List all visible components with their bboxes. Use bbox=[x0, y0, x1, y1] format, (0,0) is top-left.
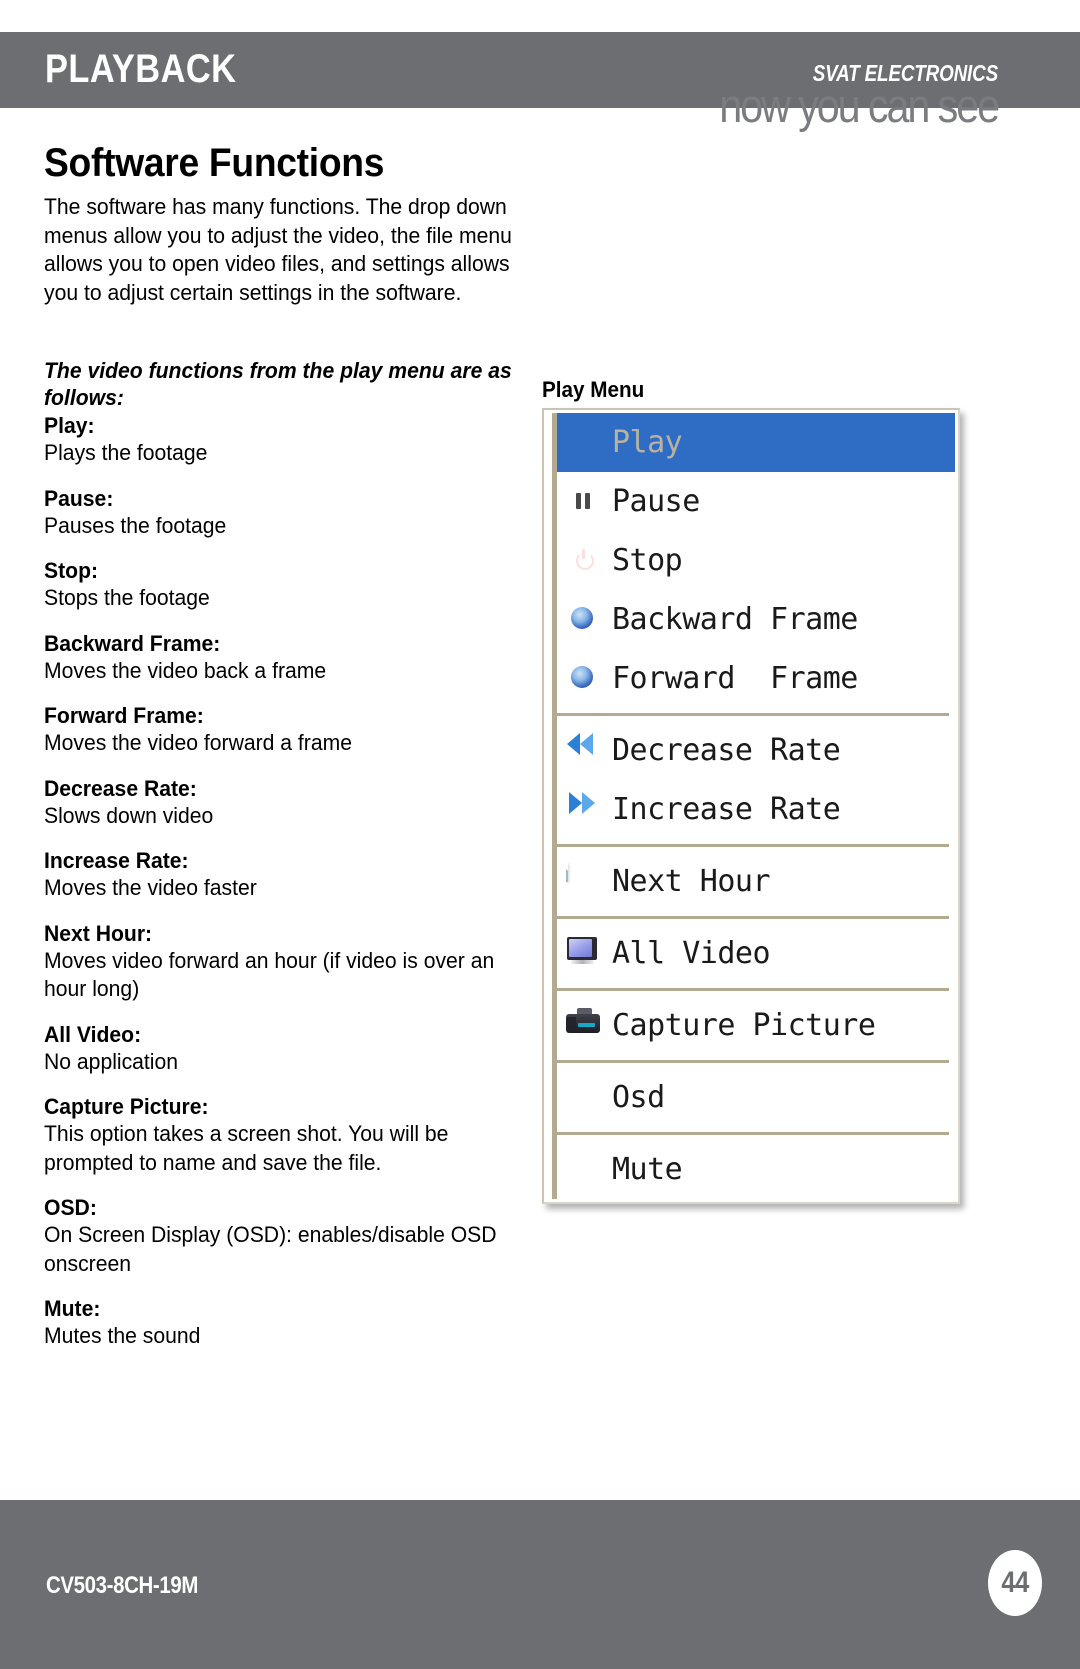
text-column: Software Functions The software has many… bbox=[44, 140, 514, 1351]
term-name: Stop: bbox=[44, 558, 99, 583]
camera-icon bbox=[566, 1007, 602, 1044]
term-name: Next Hour: bbox=[44, 920, 153, 946]
section-lead: The video functions from the play menu a… bbox=[44, 358, 512, 410]
term-name: OSD: bbox=[44, 1195, 97, 1220]
menu-item-backward-frame[interactable]: Backward Frame bbox=[557, 590, 955, 649]
play-menu-panel-wrapper: Play Pause Stop Backward Frame Forward F… bbox=[542, 408, 960, 1204]
play-menu-figure: Play Menu Play Pause Stop Backward Frame… bbox=[542, 378, 972, 1204]
list-item: Stop: Stops the footage bbox=[44, 557, 514, 613]
backward-frame-icon bbox=[566, 602, 602, 638]
page-number-badge: 44 bbox=[988, 1550, 1042, 1616]
term-name: Play: bbox=[44, 413, 95, 438]
list-item: Next Hour: Moves video forward an hour (… bbox=[44, 920, 514, 1004]
menu-item-label: Mute bbox=[612, 1151, 683, 1187]
term-name: Capture Picture: bbox=[44, 1094, 209, 1119]
menu-item-label: Capture Picture bbox=[612, 1007, 876, 1043]
play-icon-placeholder bbox=[566, 425, 602, 461]
list-item: Backward Frame: Moves the video back a f… bbox=[44, 630, 514, 686]
term-description: Moves the video back a frame bbox=[44, 657, 327, 683]
page-content: Software Functions The software has many… bbox=[0, 108, 1080, 1440]
menu-item-label: Stop bbox=[612, 542, 683, 578]
menu-item-label: Next Hour bbox=[612, 863, 771, 899]
term-name: Pause: bbox=[44, 485, 114, 511]
menu-item-label: Increase Rate bbox=[612, 791, 841, 827]
menu-item-label: Forward Frame bbox=[612, 660, 858, 696]
figure-caption: Play Menu bbox=[542, 377, 645, 402]
term-name: Backward Frame: bbox=[44, 630, 221, 656]
term-description: Moves video forward an hour (if video is… bbox=[44, 947, 495, 1002]
menu-separator bbox=[557, 916, 949, 919]
play-menu-item-list: Play Pause Stop Backward Frame Forward F… bbox=[557, 413, 955, 1199]
stop-icon bbox=[566, 543, 602, 579]
page-title: Software Functions bbox=[44, 141, 385, 185]
menu-item-forward-frame[interactable]: Forward Frame bbox=[557, 649, 955, 708]
footer-bar: CV503-8CH-19M 44 bbox=[0, 1500, 1080, 1669]
term-description: Stops the footage bbox=[44, 585, 210, 610]
list-item: OSD: On Screen Display (OSD): enables/di… bbox=[44, 1194, 514, 1278]
term-description: Moves the video forward a frame bbox=[44, 730, 352, 755]
menu-item-all-video[interactable]: All Video bbox=[557, 924, 955, 983]
term-name: Mute: bbox=[44, 1296, 101, 1321]
term-name: Decrease Rate: bbox=[44, 775, 197, 801]
term-description: Moves the video faster bbox=[44, 875, 257, 900]
menu-separator bbox=[557, 844, 949, 847]
page-section-title: PLAYBACK bbox=[45, 47, 237, 91]
model-code: CV503-8CH-19M bbox=[46, 1572, 199, 1599]
term-description: This option takes a screen shot. You wil… bbox=[44, 1121, 449, 1175]
menu-separator bbox=[557, 1060, 949, 1063]
pause-icon bbox=[566, 484, 602, 520]
mute-icon bbox=[566, 1152, 602, 1188]
list-item: Mute: Mutes the sound bbox=[44, 1295, 514, 1351]
list-item: Decrease Rate: Slows down video bbox=[44, 775, 514, 831]
term-description: Pauses the footage bbox=[44, 512, 227, 538]
menu-item-label: Pause bbox=[612, 483, 700, 519]
menu-separator bbox=[557, 1132, 949, 1135]
menu-item-play[interactable]: Play bbox=[557, 413, 955, 472]
monitor-icon bbox=[566, 936, 602, 972]
term-description: Plays the footage bbox=[44, 440, 208, 465]
intro-paragraph: The software has many functions. The dro… bbox=[44, 194, 512, 305]
list-item: Forward Frame: Moves the video forward a… bbox=[44, 702, 514, 758]
osd-icon-placeholder bbox=[566, 1080, 602, 1116]
play-menu-panel: Play Pause Stop Backward Frame Forward F… bbox=[542, 408, 960, 1204]
document-icon bbox=[566, 862, 602, 900]
menu-separator bbox=[557, 988, 949, 991]
term-description: On Screen Display (OSD): enables/disable… bbox=[44, 1222, 497, 1276]
page-number: 44 bbox=[1001, 1566, 1029, 1599]
menu-item-osd[interactable]: Osd bbox=[557, 1068, 955, 1127]
term-description: Slows down video bbox=[44, 802, 214, 828]
list-item: Pause: Pauses the footage bbox=[44, 485, 514, 541]
menu-item-pause[interactable]: Pause bbox=[557, 472, 955, 531]
menu-item-mute[interactable]: Mute bbox=[557, 1140, 955, 1199]
menu-item-label: Backward Frame bbox=[612, 601, 858, 637]
list-item: Capture Picture: This option takes a scr… bbox=[44, 1093, 514, 1177]
menu-item-label: Decrease Rate bbox=[612, 732, 841, 768]
forward-frame-icon bbox=[566, 661, 602, 697]
rewind-icon bbox=[566, 732, 602, 769]
menu-item-stop[interactable]: Stop bbox=[557, 531, 955, 590]
menu-item-label: Play bbox=[612, 424, 683, 460]
menu-item-decrease-rate[interactable]: Decrease Rate bbox=[557, 721, 955, 780]
menu-item-label: All Video bbox=[612, 935, 771, 971]
term-name: All Video: bbox=[44, 1021, 142, 1047]
term-description: No application bbox=[44, 1048, 179, 1074]
term-name: Forward Frame: bbox=[44, 703, 204, 728]
list-item: Increase Rate: Moves the video faster bbox=[44, 847, 514, 903]
term-name: Increase Rate: bbox=[44, 848, 189, 873]
menu-item-next-hour[interactable]: Next Hour bbox=[557, 852, 955, 911]
list-item: Play: Plays the footage bbox=[44, 412, 514, 468]
menu-item-capture-picture[interactable]: Capture Picture bbox=[557, 996, 955, 1055]
menu-separator bbox=[557, 713, 949, 716]
fast-forward-icon bbox=[566, 791, 602, 828]
term-description: Mutes the sound bbox=[44, 1323, 201, 1348]
menu-item-label: Osd bbox=[612, 1079, 665, 1115]
list-item: All Video: No application bbox=[44, 1021, 514, 1077]
menu-item-increase-rate[interactable]: Increase Rate bbox=[557, 780, 955, 839]
function-definition-list: Play: Plays the footage Pause: Pauses th… bbox=[44, 412, 514, 1351]
